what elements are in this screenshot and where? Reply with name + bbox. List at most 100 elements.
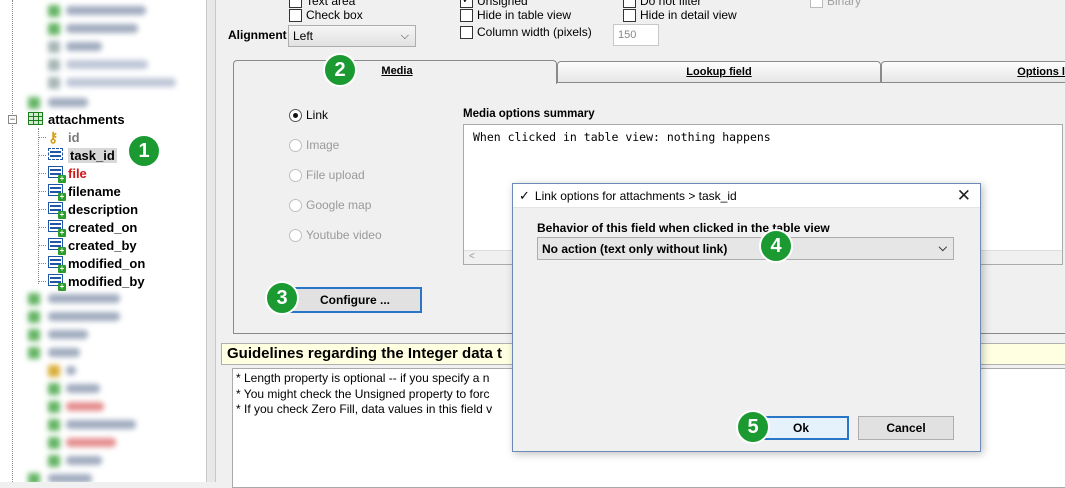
configure-button[interactable]: Configure ... — [288, 287, 422, 313]
step-badge-4: 4 — [759, 229, 793, 263]
blurred-tree-row — [0, 38, 200, 56]
tree-field-label: created_on — [68, 219, 138, 235]
blurred-tree-row — [0, 470, 200, 482]
media-google-map-radio[interactable]: Google map — [289, 198, 371, 212]
dialog-titlebar[interactable]: ✓ Link options for attachments > task_id… — [513, 184, 980, 208]
media-image-radio[interactable]: Image — [289, 138, 339, 152]
media-google-map-label: Google map — [306, 198, 372, 212]
blurred-tree-row — [0, 398, 200, 416]
tree-field-label: file — [68, 165, 87, 181]
field-add-icon: + — [48, 274, 66, 291]
tree-table-attachments[interactable]: attachments — [28, 110, 125, 128]
tree-field-modified-by[interactable]: + modified_by — [48, 272, 145, 291]
tree-field-modified-on[interactable]: + modified_on — [48, 254, 146, 273]
blurred-tree-row — [0, 344, 200, 362]
cancel-button[interactable]: Cancel — [858, 416, 954, 440]
blurred-tree-row — [0, 308, 200, 326]
key-icon: ⚷ — [48, 129, 59, 145]
tree-field-created-by[interactable]: + created_by — [48, 236, 137, 255]
column-width-label: Column width (pixels) — [477, 25, 592, 39]
binary-checkbox[interactable]: Binary — [810, 0, 861, 8]
blurred-tree-row — [0, 20, 200, 38]
column-width-checkbox[interactable]: Column width (pixels) — [460, 25, 592, 39]
tree-field-label: id — [68, 129, 80, 145]
field-icon — [48, 148, 64, 162]
tree-field-filename[interactable]: + filename — [48, 182, 121, 201]
pane-splitter[interactable] — [206, 0, 216, 482]
step-badge-1: 1 — [127, 134, 161, 168]
scroll-left-icon[interactable]: < — [469, 251, 475, 262]
tree-field-id[interactable]: ⚷ id — [48, 128, 80, 146]
do-not-filter-label: Do not filter — [640, 0, 702, 8]
media-link-label: Link — [306, 108, 329, 122]
field-add-icon: + — [48, 256, 66, 273]
alignment-value: Left — [293, 29, 314, 43]
field-add-icon: + — [48, 166, 66, 183]
table-icon — [28, 112, 44, 126]
chevron-down-icon: ⌵ — [400, 30, 409, 42]
blurred-tree-row — [0, 416, 200, 434]
step-badge-2: 2 — [323, 53, 357, 87]
hide-in-table-view-checkbox[interactable]: Hide in table view — [460, 8, 571, 22]
tab-lookup-field[interactable]: Lookup field — [557, 61, 881, 82]
tree-field-created-on[interactable]: + created_on — [48, 218, 138, 237]
check-box-checkbox[interactable]: Check box — [289, 8, 363, 22]
do-not-filter-checkbox[interactable]: Do not filter — [623, 0, 701, 8]
app-check-icon: ✓ — [519, 187, 530, 203]
tree-table-label: attachments — [48, 111, 125, 127]
blurred-tree-row — [0, 2, 200, 20]
tree-field-task-id[interactable]: task_id — [48, 146, 117, 164]
step-badge-3: 3 — [265, 281, 299, 315]
blurred-tree-row — [0, 56, 200, 74]
check-box-label: Check box — [306, 8, 363, 22]
unsigned-label: Unsigned — [477, 0, 528, 8]
blurred-tree-row — [0, 74, 200, 92]
hide-in-detail-view-checkbox[interactable]: Hide in detail view — [623, 8, 737, 22]
media-summary-text: When clicked in table view: nothing happ… — [473, 130, 771, 144]
media-file-upload-radio[interactable]: File upload — [289, 168, 365, 182]
alignment-label: Alignment — [228, 28, 287, 42]
blurred-tree-row — [0, 434, 200, 452]
hide-in-detail-view-label: Hide in detail view — [640, 8, 737, 22]
blurred-tree-row — [0, 380, 200, 398]
behavior-value: No action (text only without link) — [542, 241, 728, 256]
tree-field-label: description — [68, 201, 139, 217]
unsigned-checkbox[interactable]: Unsigned — [460, 0, 528, 8]
text-area-label: Text area — [306, 0, 356, 8]
field-add-icon: + — [48, 238, 66, 255]
column-width-input[interactable]: 150 — [613, 24, 659, 46]
tree-field-label: modified_by — [68, 273, 145, 289]
blurred-tree-row — [0, 452, 200, 470]
dialog-title: Link options for attachments > task_id — [534, 188, 737, 203]
blurred-tree-row — [0, 290, 200, 308]
hide-in-table-view-label: Hide in table view — [477, 8, 572, 22]
tree-field-label: modified_on — [68, 255, 146, 271]
field-add-icon: + — [48, 184, 66, 201]
tree-field-label: created_by — [68, 237, 137, 253]
field-add-icon: + — [48, 202, 66, 219]
chevron-down-icon: ⌵ — [938, 242, 947, 254]
step-badge-5: 5 — [736, 410, 770, 444]
blurred-tree-row — [0, 326, 200, 344]
media-summary-label: Media options summary — [463, 108, 595, 120]
close-icon[interactable]: ✕ — [957, 186, 971, 206]
tree-field-label: filename — [68, 183, 121, 199]
text-area-checkbox[interactable]: Text area — [289, 0, 355, 8]
tree-field-label: task_id — [68, 147, 117, 163]
tab-options-list[interactable]: Options li — [881, 61, 1065, 82]
media-youtube-video-radio[interactable]: Youtube video — [289, 228, 382, 242]
collapse-icon[interactable]: − — [8, 115, 17, 124]
media-image-label: Image — [306, 138, 340, 152]
media-file-upload-label: File upload — [306, 168, 365, 182]
tab-media[interactable]: Media — [233, 60, 557, 84]
media-link-radio[interactable]: Link — [289, 108, 328, 122]
behavior-select[interactable]: No action (text only without link) ⌵ — [537, 237, 954, 260]
blurred-tree-row — [0, 362, 200, 380]
alignment-select[interactable]: Left ⌵ — [288, 25, 416, 47]
tree-field-description[interactable]: + description — [48, 200, 139, 219]
media-youtube-video-label: Youtube video — [306, 228, 382, 242]
schema-tree[interactable]: − attachments ⚷ id task_id + file + file… — [0, 0, 206, 482]
field-add-icon: + — [48, 220, 66, 237]
tree-field-file[interactable]: + file — [48, 164, 87, 183]
binary-label: Binary — [827, 0, 862, 8]
